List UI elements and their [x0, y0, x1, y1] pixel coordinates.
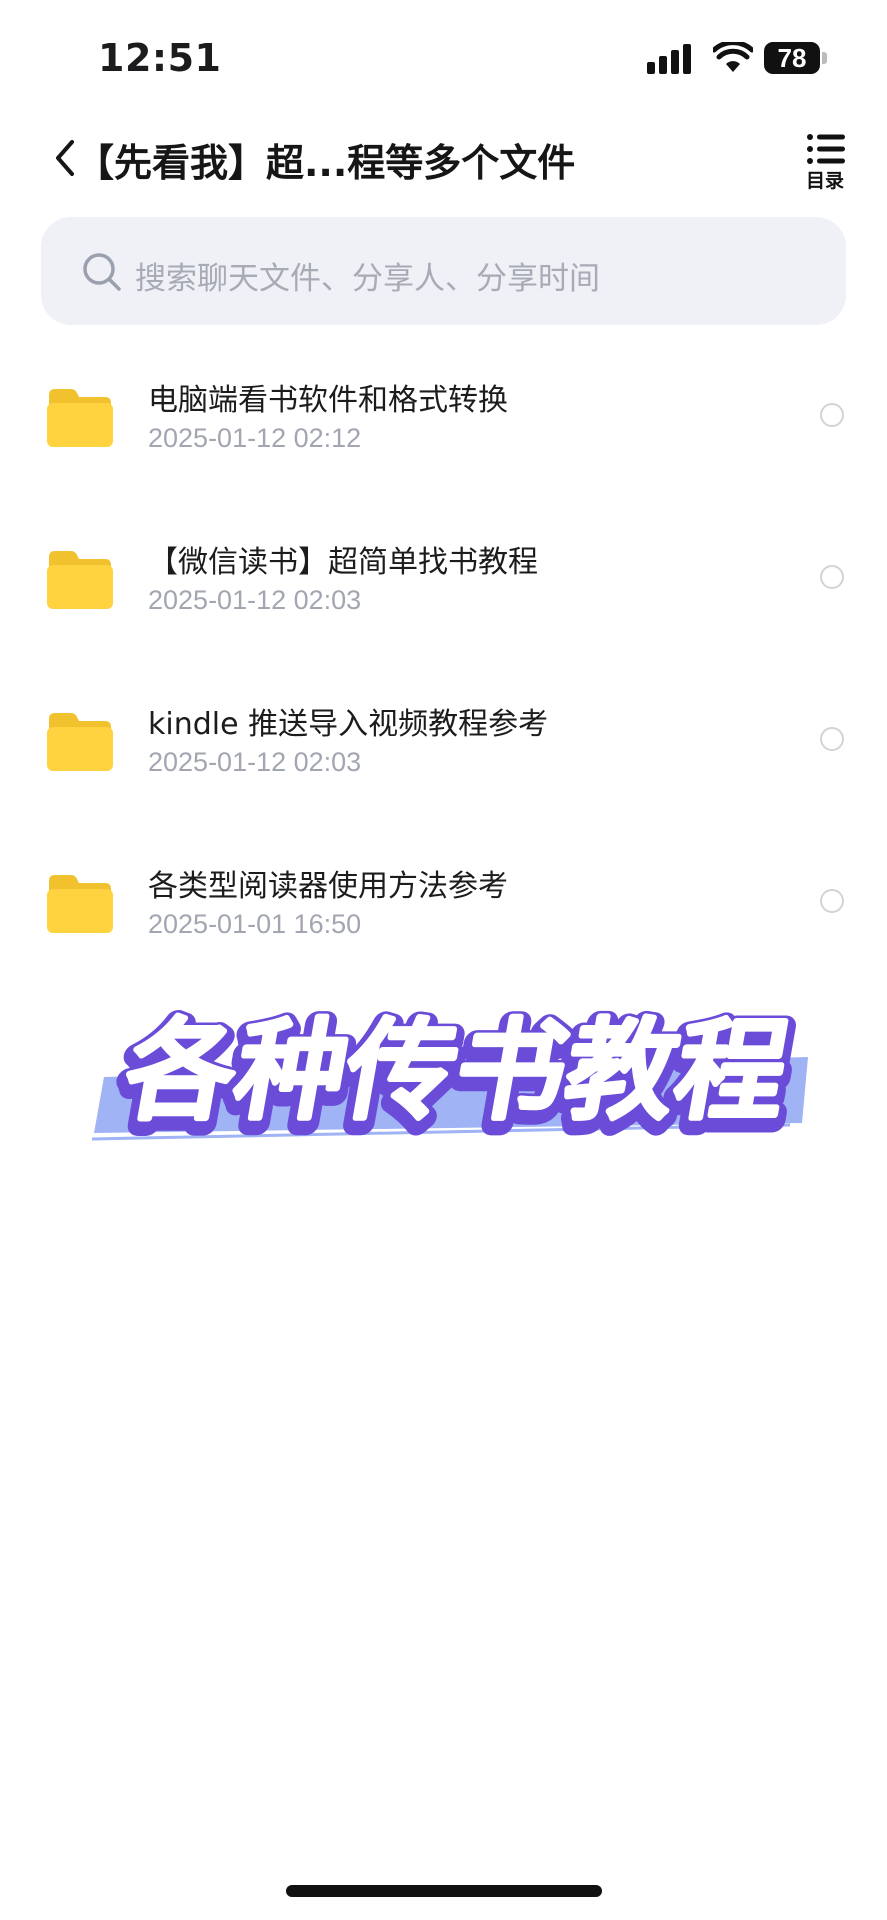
select-radio[interactable] [820, 889, 844, 913]
file-date: 2025-01-01 16:50 [148, 909, 362, 939]
select-radio[interactable] [820, 727, 844, 751]
wifi-icon [713, 42, 753, 72]
list-menu-icon [807, 134, 845, 164]
file-date: 2025-01-12 02:03 [148, 585, 362, 615]
cellular-signal-icon [647, 44, 691, 74]
battery-icon: 78 [764, 42, 828, 74]
file-name: 【微信读书】超简单找书教程 [148, 545, 538, 580]
folder-icon [47, 713, 113, 771]
file-date: 2025-01-12 02:03 [148, 747, 362, 777]
folder-icon [47, 875, 113, 933]
list-item[interactable]: 各类型阅读器使用方法参考 2025-01-01 16:50 [0, 831, 887, 993]
list-item[interactable]: kindle 推送导入视频教程参考 2025-01-12 02:03 [0, 669, 887, 831]
list-item[interactable]: 【微信读书】超简单找书教程 2025-01-12 02:03 [0, 507, 887, 669]
nav-bar: 【先看我】超...程等多个文件 目录 [0, 118, 887, 198]
file-name: kindle 推送导入视频教程参考 [148, 707, 549, 742]
battery-tip [822, 52, 827, 64]
folder-icon [47, 551, 113, 609]
folder-icon [47, 389, 113, 447]
overlay-caption: 各种传书教程 各种传书教程 [91, 1004, 808, 1145]
status-time: 12:51 [98, 36, 222, 80]
caption-text: 各种传书教程 [115, 1008, 798, 1136]
search-input[interactable]: 搜索聊天文件、分享人、分享时间 [41, 217, 846, 325]
select-radio[interactable] [820, 565, 844, 589]
file-date: 2025-01-12 02:12 [148, 423, 362, 453]
catalog-menu-button[interactable]: 目录 [800, 132, 850, 192]
search-placeholder: 搜索聊天文件、分享人、分享时间 [135, 261, 600, 297]
page-title: 【先看我】超...程等多个文件 [76, 141, 576, 185]
file-list: 电脑端看书软件和格式转换 2025-01-12 02:12 【微信读书】超简单找… [0, 345, 887, 993]
file-name: 各类型阅读器使用方法参考 [148, 869, 508, 904]
select-radio[interactable] [820, 403, 844, 427]
battery-level: 78 [764, 42, 820, 74]
status-bar: 12:51 78 [0, 0, 887, 110]
list-item[interactable]: 电脑端看书软件和格式转换 2025-01-12 02:12 [0, 345, 887, 507]
catalog-label: 目录 [805, 170, 844, 192]
file-name: 电脑端看书软件和格式转换 [148, 383, 508, 418]
search-icon [83, 253, 121, 291]
home-indicator[interactable] [286, 1885, 602, 1897]
